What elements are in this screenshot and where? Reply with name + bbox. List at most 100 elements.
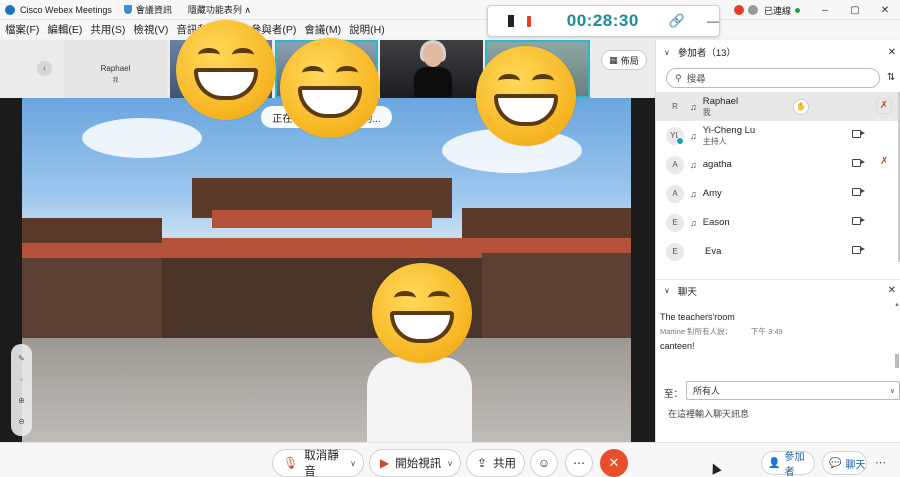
recording-indicator-icon bbox=[733, 5, 744, 15]
meeting-controls-bar: 🎙 取消靜音 ∨ ▶ 開始視訊 ∨ ⇪ 共用 ☺ ⋯ ✕ 👤 參加者 💬 聊天 … bbox=[0, 442, 900, 477]
participant-row[interactable]: YL ♫ Yi-Cheng Lu 主持人 bbox=[656, 121, 898, 150]
chat-scrollbar[interactable]: ▲ bbox=[894, 302, 900, 382]
app-title: Cisco Webex Meetings bbox=[20, 4, 112, 15]
audio-icon: ♫ bbox=[690, 188, 697, 199]
chat-message-meta: Martine 對所有人說： 下午 3:49 bbox=[660, 326, 890, 337]
zoom-out-icon[interactable]: ⊖ bbox=[18, 417, 25, 426]
unmute-label: 取消靜音 bbox=[304, 450, 339, 477]
audio-icon: ♫ bbox=[690, 217, 697, 228]
chevron-down-icon[interactable]: ∨ bbox=[350, 459, 356, 468]
participant-name: Eva bbox=[705, 246, 722, 257]
connection-dot-icon bbox=[795, 7, 800, 13]
video-side-toolbar: ✎ ◦ ⊕ ⊖ bbox=[11, 344, 32, 436]
chevron-down-icon[interactable]: ∨ bbox=[664, 48, 670, 57]
video-off-icon: ▶ bbox=[380, 456, 390, 470]
status-icon bbox=[747, 5, 758, 15]
menu-help[interactable]: 說明(H) bbox=[349, 22, 385, 37]
chat-recipient-select[interactable]: 所有人 ∨ bbox=[686, 381, 900, 400]
annotate-icon[interactable]: ✎ bbox=[18, 354, 25, 363]
close-window-button[interactable]: ✕ bbox=[870, 5, 900, 16]
video-camera-icon bbox=[852, 188, 865, 196]
chat-timestamp: 下午 3:49 bbox=[751, 327, 783, 336]
minimize-recorder-icon[interactable]: — bbox=[707, 14, 719, 28]
close-icon[interactable]: ✕ bbox=[888, 47, 896, 58]
menu-view[interactable]: 檢視(V) bbox=[133, 22, 168, 37]
layout-button[interactable]: ▦ 佈局 bbox=[601, 50, 647, 70]
participant-name: Eason bbox=[702, 217, 730, 228]
muted-mic-icon: 🎙 bbox=[283, 456, 299, 470]
video-camera-icon bbox=[852, 159, 865, 167]
chevron-down-icon[interactable]: ∨ bbox=[664, 286, 670, 295]
share-icon: ⇪ bbox=[477, 456, 488, 470]
chat-message: The teachers'room bbox=[660, 312, 735, 322]
participants-button-label: 參加者 bbox=[784, 452, 805, 477]
stop-recording-icon[interactable] bbox=[527, 15, 531, 27]
emoji-face-icon bbox=[280, 38, 380, 138]
unmute-button[interactable]: 🎙 取消靜音 ∨ bbox=[272, 449, 364, 477]
pointer-icon[interactable]: ◦ bbox=[20, 375, 23, 384]
menu-share[interactable]: 共用(S) bbox=[90, 22, 125, 37]
video-camera-icon bbox=[852, 246, 865, 254]
participant-list: R ♫ Raphael 我 ✋ ✗ YL ♫ Yi-Cheng Lu 主持人 A… bbox=[656, 92, 898, 266]
pause-recording-icon[interactable] bbox=[508, 15, 514, 27]
start-video-button[interactable]: ▶ 開始視訊 ∨ bbox=[369, 449, 461, 477]
participant-name: agatha bbox=[702, 159, 732, 170]
chevron-left-icon[interactable]: ‹ bbox=[37, 61, 52, 76]
close-icon[interactable]: ✕ bbox=[888, 285, 896, 296]
link-icon[interactable]: 🔗 bbox=[669, 13, 685, 29]
muted-mic-icon[interactable]: ✗ bbox=[876, 98, 892, 114]
muted-mic-icon: ✗ bbox=[880, 156, 889, 167]
chat-input[interactable]: 在這裡輸入聊天訊息 bbox=[668, 407, 749, 420]
zoom-in-icon[interactable]: ⊕ bbox=[18, 396, 25, 405]
video-camera-icon bbox=[852, 130, 865, 138]
participant-video-thumbnail[interactable] bbox=[380, 40, 483, 98]
share-button[interactable]: ⇪ 共用 bbox=[466, 449, 525, 477]
avatar: R bbox=[666, 97, 684, 116]
raise-hand-icon[interactable]: ✋ bbox=[793, 99, 809, 115]
search-placeholder: 搜尋 bbox=[686, 74, 706, 85]
hide-menu-bar-button[interactable]: 隱藏功能表列 ∧ bbox=[188, 3, 251, 16]
minimize-button[interactable]: – bbox=[810, 5, 840, 16]
participants-panel-button[interactable]: 👤 參加者 bbox=[761, 451, 815, 477]
recording-timer: 00:28:30 bbox=[566, 11, 639, 30]
share-label: 共用 bbox=[493, 458, 517, 470]
emoji-face-icon bbox=[176, 20, 276, 120]
emoji-face-icon bbox=[476, 46, 576, 146]
participant-row[interactable]: R ♫ Raphael 我 ✋ ✗ bbox=[656, 92, 898, 121]
chat-message: canteen! bbox=[660, 341, 695, 351]
chevron-down-icon: ∨ bbox=[889, 387, 895, 395]
scroll-up-icon[interactable]: ▲ bbox=[894, 302, 900, 308]
shield-icon bbox=[123, 5, 132, 14]
avatar: E bbox=[666, 213, 684, 232]
participant-role: 我 bbox=[702, 107, 711, 117]
connection-status: 已連線 bbox=[763, 5, 791, 16]
emoji-face-icon bbox=[372, 263, 472, 363]
chat-panel-header: ∨ 聊天 ✕ bbox=[656, 279, 900, 301]
main-video-stage: ✎ ◦ ⊕ ⊖ bbox=[0, 98, 655, 442]
participant-row[interactable]: A ♫ Amy bbox=[656, 179, 898, 208]
menu-file[interactable]: 檔案(F) bbox=[5, 22, 39, 37]
sort-icon[interactable]: ⇅ bbox=[887, 72, 895, 83]
menu-edit[interactable]: 編輯(E) bbox=[47, 22, 82, 37]
participant-row[interactable]: A ♫ agatha ✗ bbox=[656, 150, 898, 179]
participant-row[interactable]: E ♫ Eason bbox=[656, 208, 898, 237]
more-panels-button[interactable]: ⋯ bbox=[875, 456, 886, 469]
more-options-button[interactable]: ⋯ bbox=[565, 449, 593, 477]
chat-recipient-label: 至： bbox=[664, 389, 684, 400]
self-thumbnail-name: Raphael bbox=[100, 64, 131, 73]
maximize-button[interactable]: ▢ bbox=[840, 5, 870, 16]
leave-meeting-button[interactable]: ✕ bbox=[600, 449, 628, 477]
start-video-label: 開始視訊 bbox=[395, 458, 442, 470]
chat-panel-button[interactable]: 💬 聊天 bbox=[822, 451, 867, 475]
menu-meeting[interactable]: 會議(M) bbox=[304, 22, 341, 37]
reactions-button[interactable]: ☺ bbox=[530, 449, 558, 477]
self-video-thumbnail[interactable]: Raphael 我 bbox=[64, 40, 167, 98]
avatar: A bbox=[666, 184, 684, 203]
chat-button-label: 聊天 bbox=[845, 459, 866, 471]
chevron-down-icon[interactable]: ∨ bbox=[447, 459, 453, 468]
participant-search-input[interactable]: ⚲ 搜尋 bbox=[666, 68, 880, 88]
participant-role: 主持人 bbox=[702, 136, 727, 146]
participant-row[interactable]: E Eva bbox=[656, 237, 898, 266]
recorder-toolbar: 00:28:30 🔗 — bbox=[487, 5, 720, 37]
meeting-info-button[interactable]: 會議資訊 bbox=[123, 3, 172, 16]
